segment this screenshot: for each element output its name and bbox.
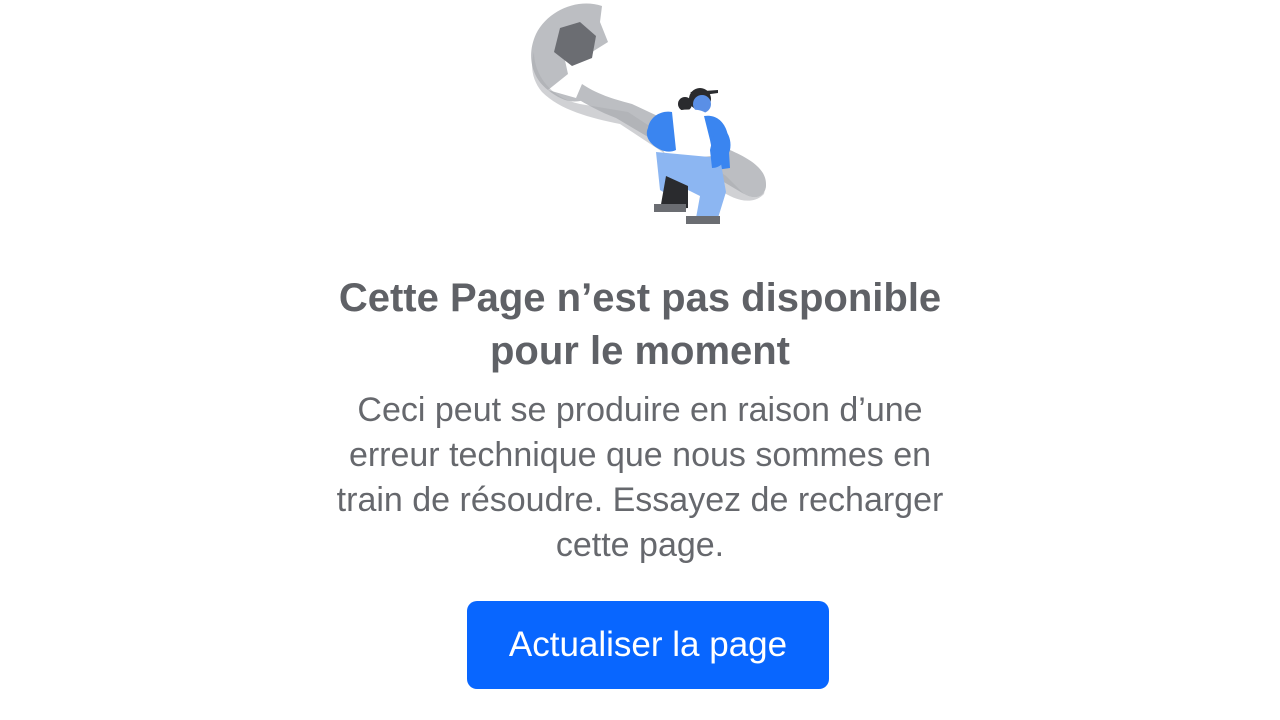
wrench-worker-illustration [531, 3, 766, 224]
error-page: Cette Page n’est pas disponible pour le … [0, 0, 1280, 720]
reload-page-button[interactable]: Actualiser la page [467, 601, 829, 689]
description-line-2: erreur technique que nous sommes en [348, 436, 932, 474]
worker-figure [646, 88, 731, 224]
description-line-1: Ceci peut se produire en raison d’une [357, 391, 923, 429]
title-line-1: Cette Page n’est pas disponible [338, 276, 942, 320]
description-line-4: cette page. [555, 526, 725, 564]
error-description: Ceci peut se produire en raison d’une er… [290, 388, 990, 568]
description-line-3: train de résoudre. Essayez de recharger [336, 481, 944, 519]
title-line-2: pour le moment [489, 329, 791, 373]
wrench-icon [531, 3, 766, 201]
page-title: Cette Page n’est pas disponible pour le … [240, 272, 1040, 378]
